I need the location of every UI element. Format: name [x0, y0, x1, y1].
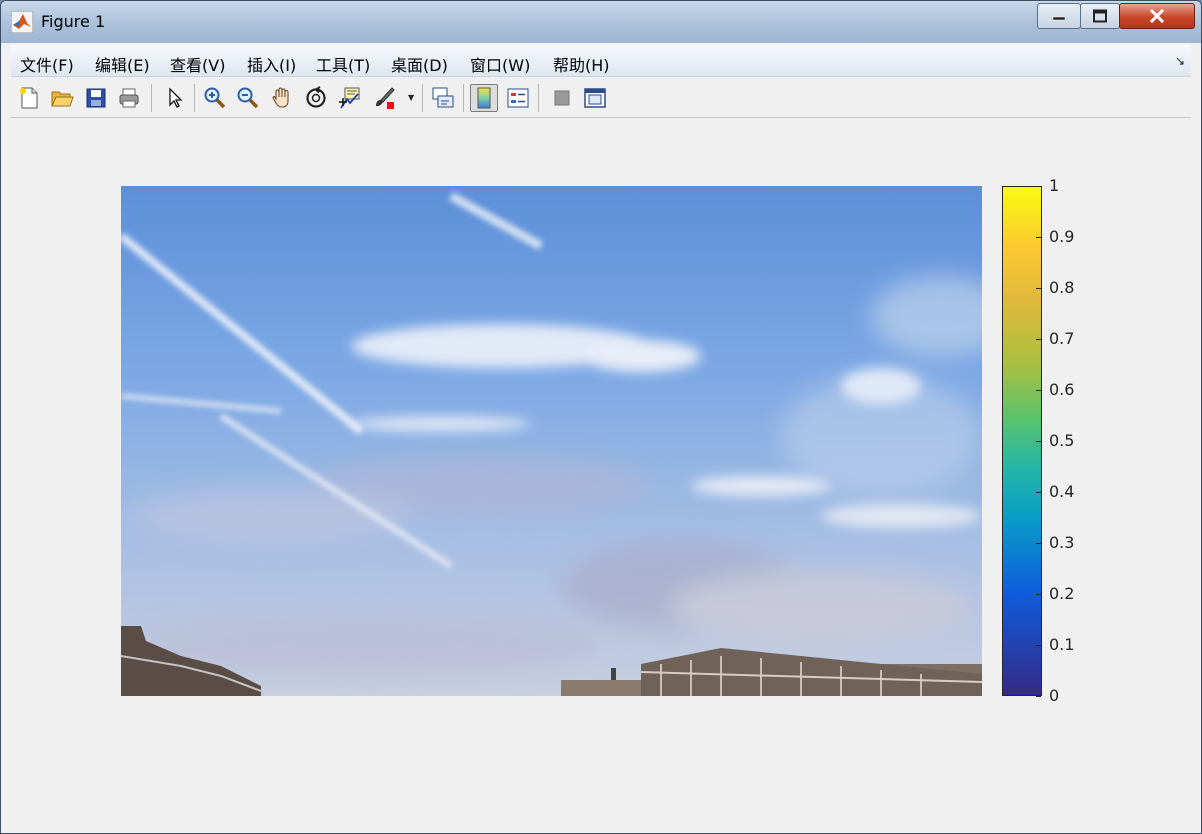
colorbar-tick-label: 0.9 — [1049, 227, 1075, 246]
menu-insert[interactable]: 插入(I) — [247, 52, 296, 76]
zoom-in-button[interactable] — [201, 84, 229, 112]
pan-hand-icon — [272, 87, 289, 108]
colorbar-tick-mark — [1036, 390, 1041, 391]
colorbar-tick-label: 0.1 — [1049, 635, 1075, 654]
colorbar-tick-mark — [1036, 645, 1041, 646]
maximize-button[interactable] — [1080, 3, 1120, 29]
menu-view[interactable]: 查看(V) — [170, 52, 225, 76]
toolbar-separator — [538, 84, 539, 112]
colorbar-tick-label: 0.6 — [1049, 380, 1075, 399]
toolbar-separator — [151, 84, 152, 112]
print-button[interactable] — [115, 84, 143, 112]
colorbar-tick-mark — [1036, 186, 1041, 187]
figure-window: Figure 1 文件(F) 编辑(E) 查看(V) 插入(I) 工具(T) 桌… — [0, 0, 1202, 834]
colorbar-tick-label: 0.2 — [1049, 584, 1075, 603]
image-axes[interactable] — [121, 186, 982, 696]
menu-window[interactable]: 窗口(W) — [470, 52, 530, 76]
colorbar-icon — [477, 87, 491, 109]
colorbar-tick-label: 0 — [1049, 686, 1060, 705]
pan-button[interactable] — [268, 84, 296, 112]
colorbar-tick-label: 0.8 — [1049, 278, 1075, 297]
menu-desktop[interactable]: 桌面(D) — [391, 52, 448, 76]
close-button[interactable] — [1119, 3, 1195, 29]
sky-photo — [121, 186, 982, 696]
colorbar-tick-label: 0.7 — [1049, 329, 1075, 348]
hide-plot-tools-icon — [554, 90, 570, 106]
insert-colorbar-button[interactable] — [470, 84, 498, 112]
brush-dropdown-arrow-icon[interactable]: ▼ — [408, 93, 414, 102]
brush-button[interactable] — [370, 84, 398, 112]
menu-help[interactable]: 帮助(H) — [553, 52, 610, 76]
zoom-out-icon — [237, 87, 259, 109]
zoom-out-button[interactable] — [234, 84, 262, 112]
link-plot-button[interactable] — [429, 84, 457, 112]
new-figure-button[interactable] — [15, 84, 43, 112]
open-folder-icon — [51, 91, 74, 107]
colorbar-tick-label: 0.4 — [1049, 482, 1075, 501]
open-button[interactable] — [48, 84, 76, 112]
save-button[interactable] — [82, 84, 110, 112]
toolbar-separator — [463, 84, 464, 112]
menu-bar: 文件(F) 编辑(E) 查看(V) 插入(I) 工具(T) 桌面(D) 窗口(W… — [11, 45, 1191, 77]
toolbar-separator — [194, 84, 195, 112]
link-plot-icon — [432, 87, 454, 108]
data-cursor-button[interactable] — [336, 84, 364, 112]
colorbar-tick-mark — [1036, 288, 1041, 289]
toolbar-separator — [422, 84, 423, 112]
maximize-icon — [1093, 9, 1107, 23]
rotate-3d-icon — [306, 86, 326, 108]
menu-tools[interactable]: 工具(T) — [316, 52, 370, 76]
colorbar-tick-mark — [1036, 441, 1041, 442]
colorbar-tick-mark — [1036, 339, 1041, 340]
pointer-icon — [169, 87, 183, 108]
hide-plot-tools-button[interactable] — [548, 84, 576, 112]
colorbar-tick-mark — [1036, 492, 1041, 493]
edit-plot-button[interactable] — [161, 84, 189, 112]
rotate-button[interactable] — [302, 84, 330, 112]
colorbar-tick-label: 0.5 — [1049, 431, 1075, 450]
show-plot-tools-icon — [584, 88, 606, 108]
close-icon — [1149, 8, 1165, 24]
print-icon — [119, 88, 139, 108]
colorbar-tick-label: 1 — [1049, 176, 1060, 195]
brush-icon — [376, 87, 395, 109]
colorbar-tick-mark — [1036, 594, 1041, 595]
colorbar-tick-mark — [1036, 237, 1041, 238]
menu-edit[interactable]: 编辑(E) — [95, 52, 150, 76]
zoom-in-icon — [204, 87, 226, 109]
colorbar-tick-mark — [1036, 543, 1041, 544]
minimize-icon — [1052, 16, 1066, 21]
window-title: Figure 1 — [41, 12, 106, 31]
save-icon — [86, 88, 106, 108]
dock-arrow-icon[interactable]: ↘ — [1175, 54, 1185, 68]
colorbar-tick-mark — [1036, 696, 1041, 697]
colorbar-tick-label: 0.3 — [1049, 533, 1075, 552]
new-figure-icon — [20, 87, 38, 109]
matlab-logo-icon — [11, 11, 33, 33]
data-cursor-icon — [339, 87, 360, 109]
menu-file[interactable]: 文件(F) — [20, 52, 74, 76]
title-bar[interactable]: Figure 1 — [1, 1, 1201, 43]
legend-icon — [507, 88, 529, 108]
minimize-button[interactable] — [1037, 3, 1081, 29]
insert-legend-button[interactable] — [504, 84, 532, 112]
show-plot-tools-button[interactable] — [581, 84, 609, 112]
figure-toolbar: ▼ — [11, 78, 1191, 118]
